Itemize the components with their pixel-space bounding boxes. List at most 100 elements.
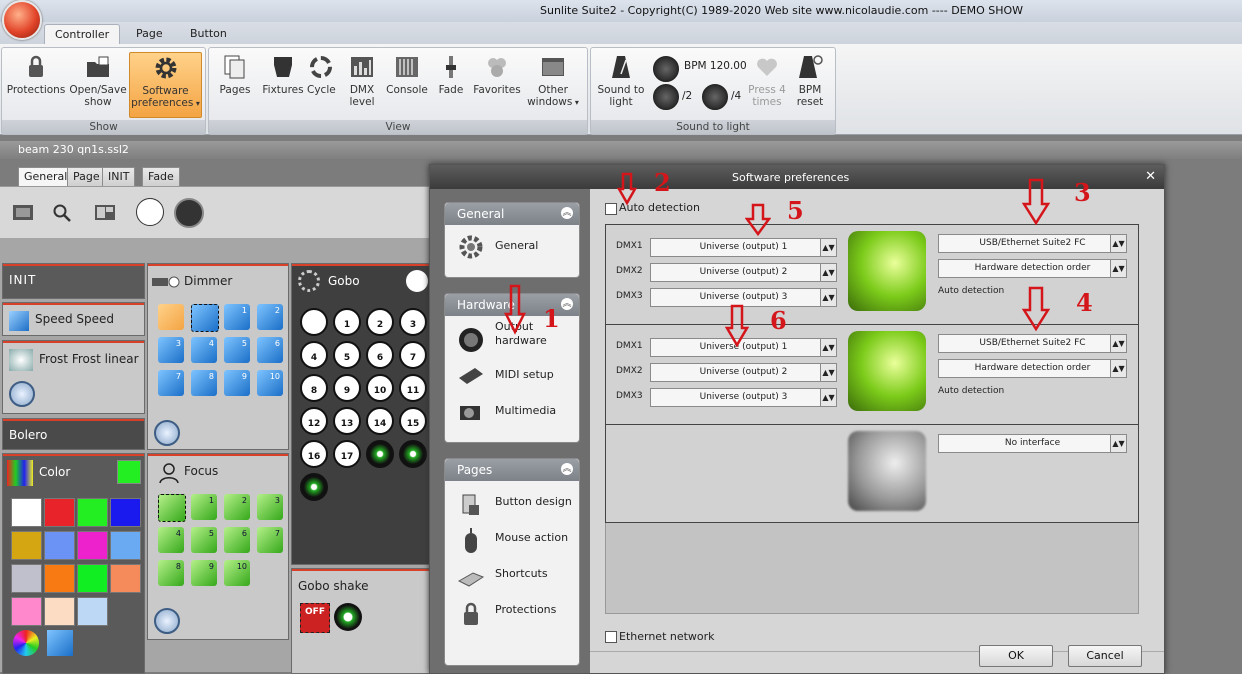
close-icon[interactable]: ✕: [1145, 169, 1156, 184]
tab-init[interactable]: INIT: [102, 167, 136, 187]
collapse-icon[interactable]: ︽: [561, 207, 573, 219]
gobo-tile[interactable]: 16: [300, 440, 328, 468]
tab-controller[interactable]: Controller: [44, 24, 121, 45]
search-icon[interactable]: [52, 203, 72, 223]
focus-tile[interactable]: 10: [224, 560, 250, 586]
color-swatch[interactable]: [44, 597, 75, 626]
focus-tile[interactable]: 6: [224, 527, 250, 553]
gobo-tile[interactable]: 10: [366, 374, 394, 402]
bpm-led-button[interactable]: [653, 56, 679, 82]
dimmer-tile[interactable]: 4: [191, 337, 217, 363]
dmx1-universe-select[interactable]: Universe (output) 1 ▲▼: [650, 238, 837, 257]
button-speed[interactable]: Speed Speed: [2, 302, 145, 336]
cycle-button[interactable]: Cycle: [307, 52, 336, 118]
gobo-tile[interactable]: 3: [399, 308, 427, 336]
app-menu-button[interactable]: [2, 0, 42, 40]
gobo-tile[interactable]: 12: [300, 407, 328, 435]
color-wheel-button[interactable]: [13, 630, 39, 656]
dmx2-universe-select[interactable]: Universe (output) 2 ▲▼: [650, 263, 837, 282]
open-save-show-button[interactable]: Open/Save show: [68, 52, 128, 118]
ok-button[interactable]: OK: [979, 645, 1053, 667]
gobo-tile[interactable]: 1: [333, 308, 361, 336]
button-bolero[interactable]: Bolero: [2, 418, 145, 450]
dimmer-tile[interactable]: 6: [257, 337, 283, 363]
color-swatch[interactable]: [11, 597, 42, 626]
fade-button[interactable]: Fade: [431, 52, 471, 118]
press-4-times-button[interactable]: Press 4 times: [743, 52, 791, 118]
gobo-tile[interactable]: 17: [333, 440, 361, 468]
dmx2-universe-select[interactable]: Universe (output) 2 ▲▼: [650, 363, 837, 382]
pages-button[interactable]: Pages: [211, 52, 259, 118]
color-swatch[interactable]: [110, 498, 141, 527]
other-windows-button[interactable]: Other windows ▾: [523, 52, 583, 118]
detection-order-select[interactable]: Hardware detection order ▲▼: [938, 259, 1127, 278]
button-frost[interactable]: Frost Frost linear: [2, 340, 145, 414]
nav-mouse-action[interactable]: Mouse action: [495, 531, 568, 544]
color-swatch[interactable]: [44, 498, 75, 527]
dimmer-tile[interactable]: 7: [158, 370, 184, 396]
button-init[interactable]: INIT: [2, 263, 145, 299]
sound-to-light-button[interactable]: Sound to light: [593, 52, 649, 118]
detection-order-select[interactable]: Hardware detection order ▲▼: [938, 359, 1127, 378]
black-circle-button[interactable]: [174, 198, 204, 228]
color-swatch[interactable]: [11, 564, 42, 593]
focus-tile[interactable]: 9: [191, 560, 217, 586]
gobo-shake-button[interactable]: [334, 603, 362, 631]
focus-tile[interactable]: 7: [257, 527, 283, 553]
gobo-tile[interactable]: 2: [366, 308, 394, 336]
nav-button-design[interactable]: Button design: [495, 495, 572, 508]
nav-shortcuts[interactable]: Shortcuts: [495, 567, 548, 580]
color-refresh-button[interactable]: [47, 630, 73, 656]
ethernet-network-checkbox[interactable]: [605, 631, 617, 643]
fixtures-button[interactable]: Fixtures: [257, 52, 309, 118]
gobo-tile[interactable]: 7: [399, 341, 427, 369]
nav-multimedia[interactable]: Multimedia: [495, 404, 556, 417]
dmx3-universe-select[interactable]: Universe (output) 3 ▲▼: [650, 388, 837, 407]
color-swatch[interactable]: [11, 531, 42, 560]
collapse-icon[interactable]: ︽: [561, 463, 573, 475]
screen-icon[interactable]: [12, 203, 34, 223]
color-swatch[interactable]: [44, 564, 75, 593]
white-circle-button[interactable]: [136, 198, 164, 226]
auto-detection-checkbox[interactable]: [605, 203, 617, 215]
color-swatch[interactable]: [110, 564, 141, 593]
color-swatch[interactable]: [44, 531, 75, 560]
color-swatch[interactable]: [11, 498, 42, 527]
device-select[interactable]: USB/Ethernet Suite2 FC ▲▼: [938, 334, 1127, 353]
dimmer-tile[interactable]: 1: [224, 304, 250, 330]
frost-knob[interactable]: [9, 381, 35, 407]
dimmer-tile[interactable]: 3: [158, 337, 184, 363]
gobo-tile[interactable]: 9: [333, 374, 361, 402]
gobo-tile[interactable]: [399, 440, 427, 468]
nav-general[interactable]: General: [495, 239, 538, 252]
focus-tile[interactable]: 5: [191, 527, 217, 553]
focus-tile[interactable]: [158, 494, 186, 522]
gobo-tile[interactable]: 6: [366, 341, 394, 369]
color-swatch[interactable]: [77, 564, 108, 593]
tab-general[interactable]: General: [18, 167, 74, 187]
protections-button[interactable]: Protections: [4, 52, 68, 118]
tab-fade[interactable]: Fade: [142, 167, 180, 187]
layout-icon[interactable]: [94, 203, 116, 223]
collapse-icon[interactable]: ︽: [561, 298, 573, 310]
favorites-button[interactable]: Favorites: [471, 52, 523, 118]
tab-button[interactable]: Button: [180, 24, 237, 44]
cancel-button[interactable]: Cancel: [1068, 645, 1142, 667]
focus-tile[interactable]: 2: [224, 494, 250, 520]
gobo-tile[interactable]: 13: [333, 407, 361, 435]
tab-page-view[interactable]: Page: [67, 167, 106, 187]
gobo-tile[interactable]: [300, 473, 328, 501]
device-select[interactable]: No interface ▲▼: [938, 434, 1127, 453]
gobo-tile[interactable]: [366, 440, 394, 468]
bpm-reset-button[interactable]: BPM reset: [789, 52, 831, 118]
console-button[interactable]: Console: [381, 52, 433, 118]
dimmer-tile[interactable]: [158, 304, 184, 330]
dmx-level-button[interactable]: DMX level: [343, 52, 381, 118]
nav-protections[interactable]: Protections: [495, 603, 556, 616]
focus-tile[interactable]: 3: [257, 494, 283, 520]
tab-page[interactable]: Page: [126, 24, 173, 44]
dimmer-tile[interactable]: 9: [224, 370, 250, 396]
gobo-tile[interactable]: 14: [366, 407, 394, 435]
quarter-tempo-button[interactable]: [702, 84, 728, 110]
color-swatch[interactable]: [77, 498, 108, 527]
